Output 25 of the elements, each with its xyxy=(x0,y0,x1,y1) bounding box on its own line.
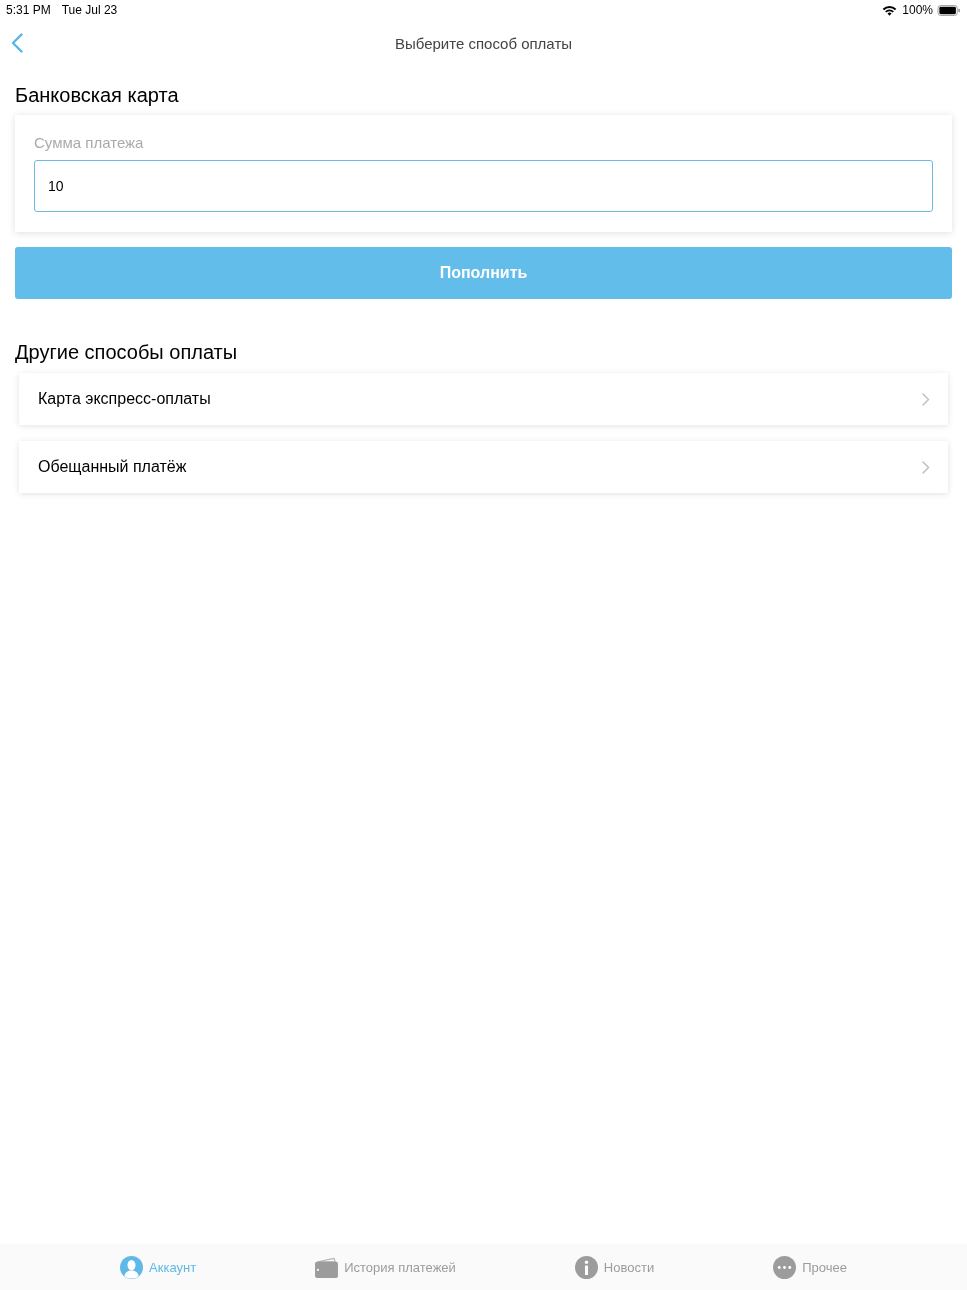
section-heading: Банковская карта xyxy=(15,83,180,107)
back-button[interactable] xyxy=(11,33,23,53)
payment-method-row[interactable]: Обещанный платёж xyxy=(19,441,948,493)
payment-method-row[interactable]: Карта экспресс-оплаты xyxy=(19,373,948,425)
tab-item[interactable]: Прочее xyxy=(773,1255,847,1279)
amount-input[interactable]: 10 xyxy=(34,160,933,212)
field-label: Сумма платежа xyxy=(34,134,144,152)
info-icon xyxy=(574,1255,598,1279)
chevron-right-icon xyxy=(922,392,930,406)
status-time: 5:31 PM xyxy=(6,3,51,17)
person-icon xyxy=(120,1255,144,1279)
chevron-left-icon xyxy=(11,33,23,53)
nav-title: Выберите способ оплаты xyxy=(394,34,573,52)
chevron-right-icon xyxy=(922,460,930,474)
wifi-icon xyxy=(882,4,898,16)
battery-icon xyxy=(937,4,961,16)
wallet-icon xyxy=(315,1256,339,1278)
tab-item[interactable]: История платежей xyxy=(315,1256,456,1278)
section-heading: Другие способы оплаты xyxy=(15,340,239,364)
top-up-button[interactable]: Пополнить xyxy=(15,247,952,299)
more-icon xyxy=(773,1255,797,1279)
status-date: Tue Jul 23 xyxy=(61,3,118,17)
tab-item[interactable]: Новости xyxy=(574,1255,655,1279)
tab-item[interactable]: Аккаунт xyxy=(120,1255,197,1279)
battery-percent: 100% xyxy=(902,3,933,17)
